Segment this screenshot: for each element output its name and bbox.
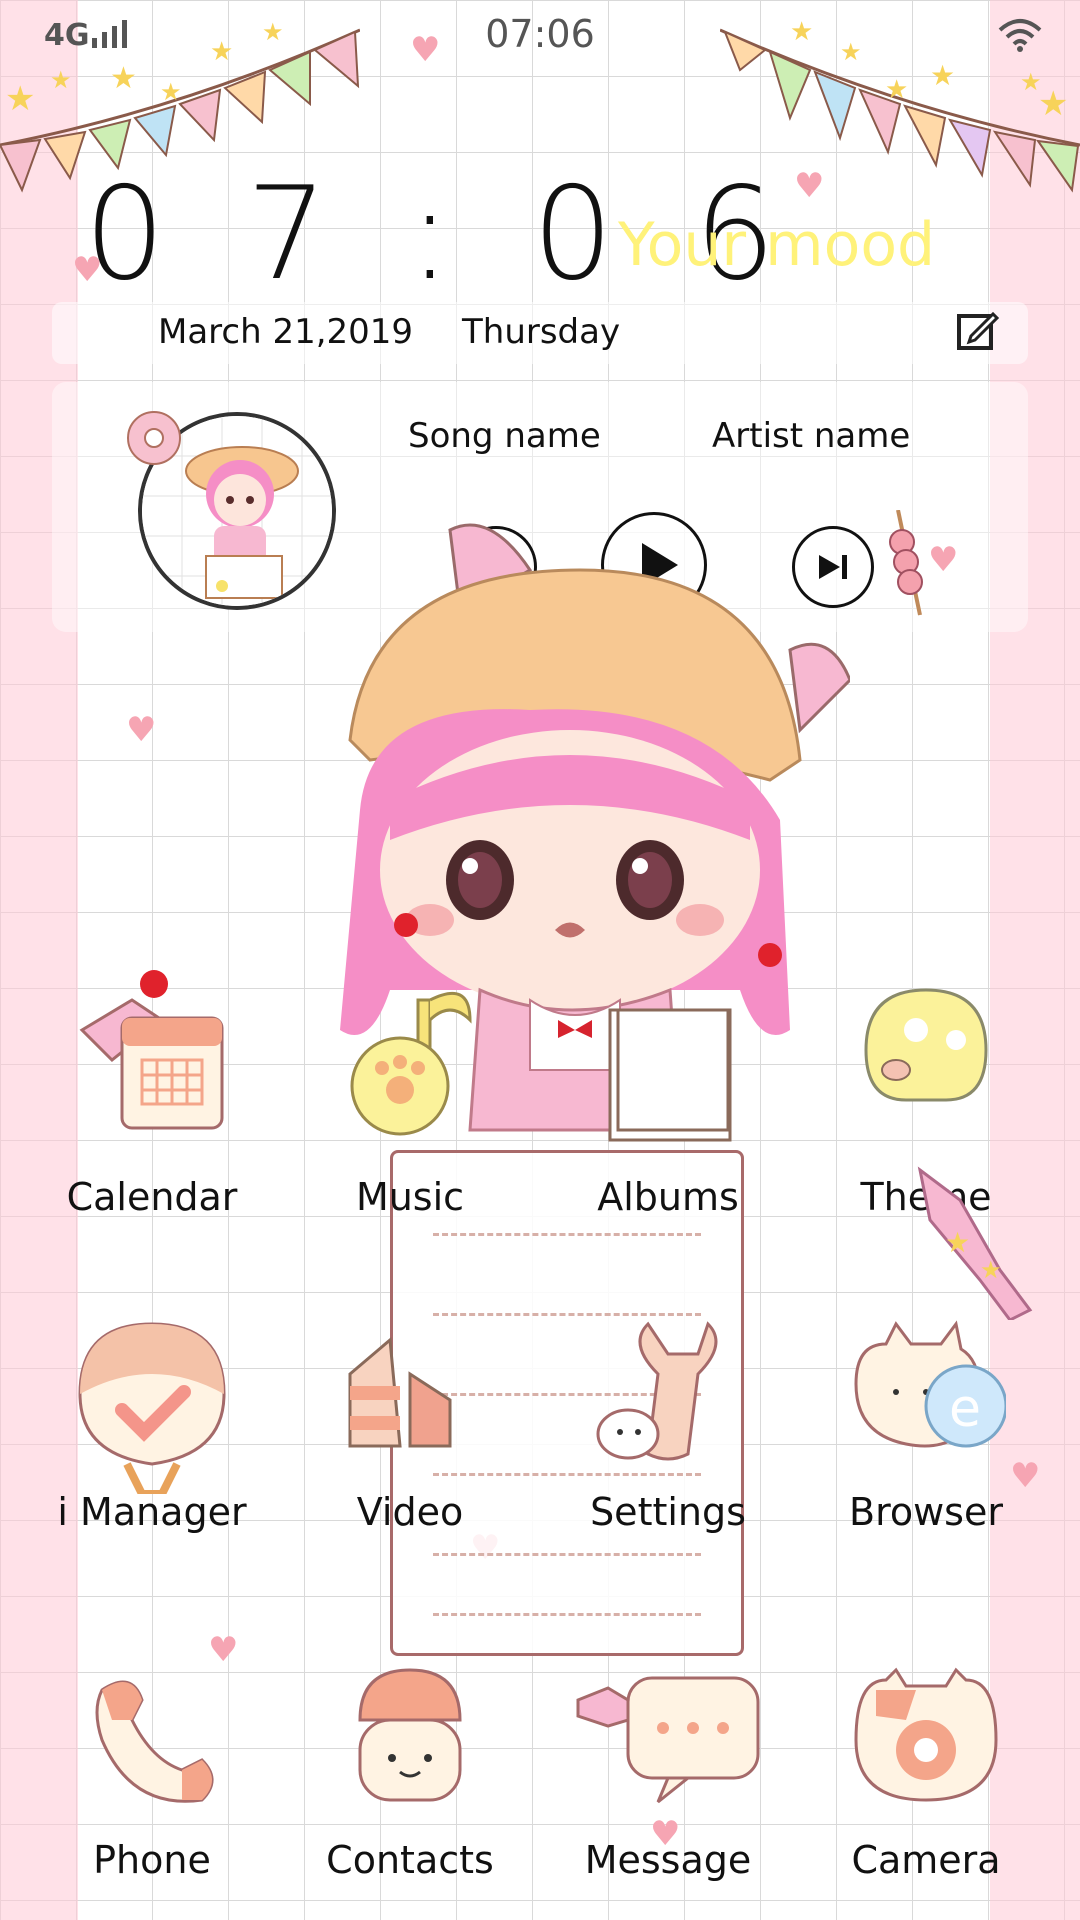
browser-icon: e (854, 1320, 1006, 1448)
app-settings[interactable]: Settings (548, 1310, 788, 1540)
app-music[interactable]: Music (290, 960, 530, 1230)
phone-icon (95, 1680, 214, 1803)
calendar-icon (79, 970, 224, 1130)
heart-decoration: ♥ (794, 166, 825, 206)
svg-text:★: ★ (980, 1256, 1002, 1284)
heart-decoration: ♥ (72, 250, 103, 290)
app-label: i Manager (57, 1490, 247, 1534)
song-name: Song name (408, 416, 601, 456)
status-bar: 4G 07:06 (0, 0, 1080, 70)
candy-decoration: ★ ★ (917, 1166, 1033, 1320)
svg-text:★: ★ (50, 66, 72, 94)
video-icon (348, 1336, 452, 1448)
app-contacts[interactable]: Contacts (290, 1660, 530, 1890)
app-label: Contacts (326, 1838, 494, 1882)
palette-icon (864, 988, 988, 1102)
camera-icon (854, 1667, 998, 1802)
app-label: Phone (93, 1838, 211, 1882)
svg-text:★: ★ (945, 1226, 970, 1259)
photo-icon (616, 1008, 730, 1132)
app-label: Music (355, 1175, 465, 1219)
app-phone[interactable]: Phone (32, 1660, 272, 1890)
svg-text:★: ★ (160, 78, 182, 106)
svg-text:★: ★ (5, 79, 35, 119)
edit-icon[interactable] (955, 308, 999, 352)
app-browser[interactable]: e Browser (806, 1310, 1046, 1540)
heart-decoration: ♥ (928, 540, 959, 580)
app-label: Albums (597, 1175, 739, 1219)
contacts-icon (358, 1668, 462, 1802)
wrench-icon (596, 1321, 718, 1461)
shield-check-icon (78, 1322, 226, 1494)
app-message[interactable]: Message (548, 1660, 788, 1890)
status-time: 07:06 (485, 12, 595, 56)
app-calendar[interactable]: Calendar (32, 960, 272, 1230)
app-video[interactable]: Video (290, 1310, 530, 1540)
donut-decoration (127, 411, 181, 465)
widget-date: March 21,2019 (158, 312, 414, 352)
music-note-icon (350, 991, 472, 1136)
app-label: Message (584, 1838, 752, 1882)
svg-text:★: ★ (1038, 84, 1068, 124)
message-icon (576, 1676, 760, 1804)
app-i-manager[interactable]: i Manager (32, 1310, 272, 1540)
svg-text:e: e (949, 1379, 981, 1439)
app-albums[interactable]: Albums (548, 960, 788, 1230)
mood-text[interactable]: Your mood (618, 210, 935, 280)
svg-text:★: ★ (885, 75, 908, 105)
widget-weekday: Thursday (462, 312, 621, 352)
app-label: Browser (849, 1490, 1003, 1534)
wifi-icon (998, 19, 1042, 52)
skewer-decoration (889, 510, 923, 616)
heart-decoration: ♥ (126, 710, 157, 750)
app-label: Camera (851, 1838, 1001, 1882)
app-camera[interactable]: Camera (806, 1660, 1046, 1890)
heart-decoration: ♥ (410, 30, 441, 70)
app-label: Calendar (66, 1175, 238, 1219)
app-label: Settings (590, 1490, 746, 1534)
artist-name: Artist name (712, 416, 911, 456)
app-label: Video (356, 1490, 464, 1534)
